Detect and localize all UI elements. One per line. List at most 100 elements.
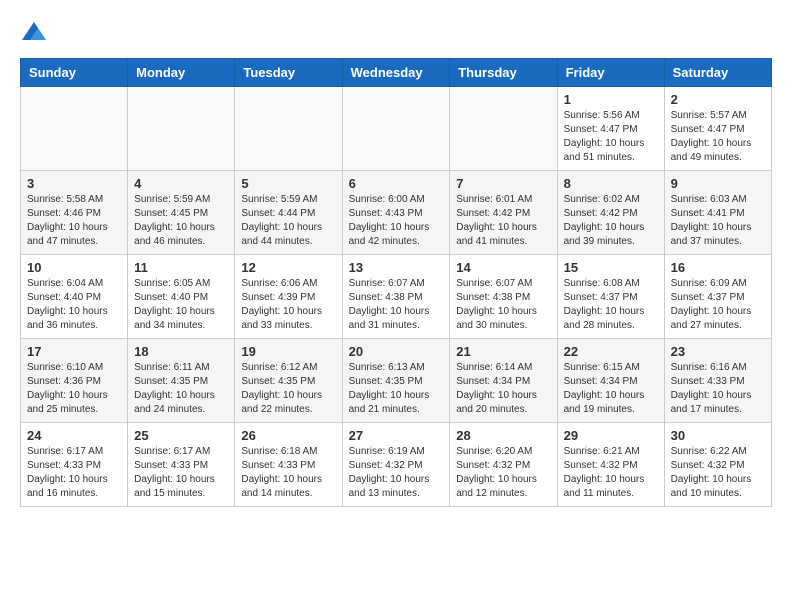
calendar-cell: 7 Sunrise: 6:01 AMSunset: 4:42 PMDaylight… (450, 171, 557, 255)
calendar-cell: 25 Sunrise: 6:17 AMSunset: 4:33 PMDayligh… (128, 423, 235, 507)
logo (20, 20, 52, 48)
day-number: 20 (349, 344, 444, 359)
calendar-cell: 11 Sunrise: 6:05 AMSunset: 4:40 PMDayligh… (128, 255, 235, 339)
day-info: Sunrise: 6:16 AMSunset: 4:33 PMDaylight:… (671, 361, 765, 417)
day-info: Sunrise: 6:22 AMSunset: 4:32 PMDaylight:… (671, 445, 765, 501)
calendar-cell: 27 Sunrise: 6:19 AMSunset: 4:32 PMDayligh… (342, 423, 450, 507)
day-info: Sunrise: 6:12 AMSunset: 4:35 PMDaylight:… (241, 361, 335, 417)
calendar-week-row: 24 Sunrise: 6:17 AMSunset: 4:33 PMDayligh… (21, 423, 772, 507)
calendar-cell: 6 Sunrise: 6:00 AMSunset: 4:43 PMDaylight… (342, 171, 450, 255)
day-info: Sunrise: 6:20 AMSunset: 4:32 PMDaylight:… (456, 445, 550, 501)
calendar-cell: 29 Sunrise: 6:21 AMSunset: 4:32 PMDayligh… (557, 423, 664, 507)
day-number: 26 (241, 428, 335, 443)
day-info: Sunrise: 6:09 AMSunset: 4:37 PMDaylight:… (671, 277, 765, 333)
calendar-cell: 3 Sunrise: 5:58 AMSunset: 4:46 PMDaylight… (21, 171, 128, 255)
day-number: 2 (671, 92, 765, 107)
day-of-week-header: Tuesday (235, 59, 342, 87)
calendar-cell: 19Sunrise: 6:12 AMSunset: 4:35 PMDayligh… (235, 339, 342, 423)
day-number: 24 (27, 428, 121, 443)
calendar-cell: 8Sunrise: 6:02 AMSunset: 4:42 PMDaylight… (557, 171, 664, 255)
calendar-cell: 14 Sunrise: 6:07 AMSunset: 4:38 PMDayligh… (450, 255, 557, 339)
calendar-week-row: 3 Sunrise: 5:58 AMSunset: 4:46 PMDaylight… (21, 171, 772, 255)
calendar-cell: 21 Sunrise: 6:14 AMSunset: 4:34 PMDayligh… (450, 339, 557, 423)
calendar-cell (450, 87, 557, 171)
calendar-table: SundayMondayTuesdayWednesdayThursdayFrid… (20, 58, 772, 507)
calendar-header-row: SundayMondayTuesdayWednesdayThursdayFrid… (21, 59, 772, 87)
day-info: Sunrise: 6:05 AMSunset: 4:40 PMDaylight:… (134, 277, 228, 333)
calendar-cell: 10Sunrise: 6:04 AMSunset: 4:40 PMDayligh… (21, 255, 128, 339)
day-info: Sunrise: 6:03 AMSunset: 4:41 PMDaylight:… (671, 193, 765, 249)
day-info: Sunrise: 6:21 AMSunset: 4:32 PMDaylight:… (564, 445, 658, 501)
day-number: 3 (27, 176, 121, 191)
page-header (20, 20, 772, 48)
day-number: 27 (349, 428, 444, 443)
calendar-cell: 30 Sunrise: 6:22 AMSunset: 4:32 PMDayligh… (664, 423, 771, 507)
day-of-week-header: Thursday (450, 59, 557, 87)
calendar-cell: 20 Sunrise: 6:13 AMSunset: 4:35 PMDayligh… (342, 339, 450, 423)
day-number: 25 (134, 428, 228, 443)
day-number: 11 (134, 260, 228, 275)
calendar-week-row: 17 Sunrise: 6:10 AMSunset: 4:36 PMDayligh… (21, 339, 772, 423)
day-info: Sunrise: 6:07 AMSunset: 4:38 PMDaylight:… (349, 277, 444, 333)
day-number: 17 (27, 344, 121, 359)
calendar-cell: 24 Sunrise: 6:17 AMSunset: 4:33 PMDayligh… (21, 423, 128, 507)
day-number: 28 (456, 428, 550, 443)
day-number: 9 (671, 176, 765, 191)
calendar-cell: 2 Sunrise: 5:57 AMSunset: 4:47 PMDaylight… (664, 87, 771, 171)
day-number: 30 (671, 428, 765, 443)
calendar-cell: 1 Sunrise: 5:56 AMSunset: 4:47 PMDaylight… (557, 87, 664, 171)
calendar-cell (342, 87, 450, 171)
calendar-cell: 23 Sunrise: 6:16 AMSunset: 4:33 PMDayligh… (664, 339, 771, 423)
calendar-cell: 28 Sunrise: 6:20 AMSunset: 4:32 PMDayligh… (450, 423, 557, 507)
day-info: Sunrise: 6:19 AMSunset: 4:32 PMDaylight:… (349, 445, 444, 501)
day-number: 1 (564, 92, 658, 107)
day-info: Sunrise: 5:57 AMSunset: 4:47 PMDaylight:… (671, 109, 765, 165)
day-info: Sunrise: 6:08 AMSunset: 4:37 PMDaylight:… (564, 277, 658, 333)
calendar-cell: 13 Sunrise: 6:07 AMSunset: 4:38 PMDayligh… (342, 255, 450, 339)
calendar-cell: 18 Sunrise: 6:11 AMSunset: 4:35 PMDayligh… (128, 339, 235, 423)
day-number: 12 (241, 260, 335, 275)
day-of-week-header: Saturday (664, 59, 771, 87)
day-info: Sunrise: 6:13 AMSunset: 4:35 PMDaylight:… (349, 361, 444, 417)
calendar-cell: 16 Sunrise: 6:09 AMSunset: 4:37 PMDayligh… (664, 255, 771, 339)
day-info: Sunrise: 6:07 AMSunset: 4:38 PMDaylight:… (456, 277, 550, 333)
day-number: 29 (564, 428, 658, 443)
day-info: Sunrise: 6:02 AMSunset: 4:42 PMDaylight:… (564, 193, 658, 249)
day-number: 18 (134, 344, 228, 359)
day-info: Sunrise: 6:11 AMSunset: 4:35 PMDaylight:… (134, 361, 228, 417)
calendar-cell: 17 Sunrise: 6:10 AMSunset: 4:36 PMDayligh… (21, 339, 128, 423)
day-number: 7 (456, 176, 550, 191)
calendar-cell: 9 Sunrise: 6:03 AMSunset: 4:41 PMDaylight… (664, 171, 771, 255)
day-info: Sunrise: 5:58 AMSunset: 4:46 PMDaylight:… (27, 193, 121, 249)
calendar-week-row: 1 Sunrise: 5:56 AMSunset: 4:47 PMDaylight… (21, 87, 772, 171)
day-info: Sunrise: 6:06 AMSunset: 4:39 PMDaylight:… (241, 277, 335, 333)
calendar-cell: 12 Sunrise: 6:06 AMSunset: 4:39 PMDayligh… (235, 255, 342, 339)
logo-icon (20, 20, 48, 48)
day-number: 21 (456, 344, 550, 359)
day-of-week-header: Sunday (21, 59, 128, 87)
day-info: Sunrise: 6:10 AMSunset: 4:36 PMDaylight:… (27, 361, 121, 417)
calendar-cell (21, 87, 128, 171)
day-of-week-header: Monday (128, 59, 235, 87)
day-info: Sunrise: 6:00 AMSunset: 4:43 PMDaylight:… (349, 193, 444, 249)
day-info: Sunrise: 5:56 AMSunset: 4:47 PMDaylight:… (564, 109, 658, 165)
day-of-week-header: Wednesday (342, 59, 450, 87)
day-info: Sunrise: 6:17 AMSunset: 4:33 PMDaylight:… (134, 445, 228, 501)
calendar-cell: 5Sunrise: 5:59 AMSunset: 4:44 PMDaylight… (235, 171, 342, 255)
day-info: Sunrise: 6:14 AMSunset: 4:34 PMDaylight:… (456, 361, 550, 417)
day-number: 13 (349, 260, 444, 275)
calendar-cell: 15 Sunrise: 6:08 AMSunset: 4:37 PMDayligh… (557, 255, 664, 339)
calendar-cell: 26Sunrise: 6:18 AMSunset: 4:33 PMDayligh… (235, 423, 342, 507)
day-number: 16 (671, 260, 765, 275)
day-number: 5 (241, 176, 335, 191)
day-number: 14 (456, 260, 550, 275)
day-number: 23 (671, 344, 765, 359)
day-number: 4 (134, 176, 228, 191)
calendar-week-row: 10Sunrise: 6:04 AMSunset: 4:40 PMDayligh… (21, 255, 772, 339)
day-number: 22 (564, 344, 658, 359)
day-number: 10 (27, 260, 121, 275)
day-info: Sunrise: 6:17 AMSunset: 4:33 PMDaylight:… (27, 445, 121, 501)
day-number: 15 (564, 260, 658, 275)
day-number: 6 (349, 176, 444, 191)
day-info: Sunrise: 6:01 AMSunset: 4:42 PMDaylight:… (456, 193, 550, 249)
